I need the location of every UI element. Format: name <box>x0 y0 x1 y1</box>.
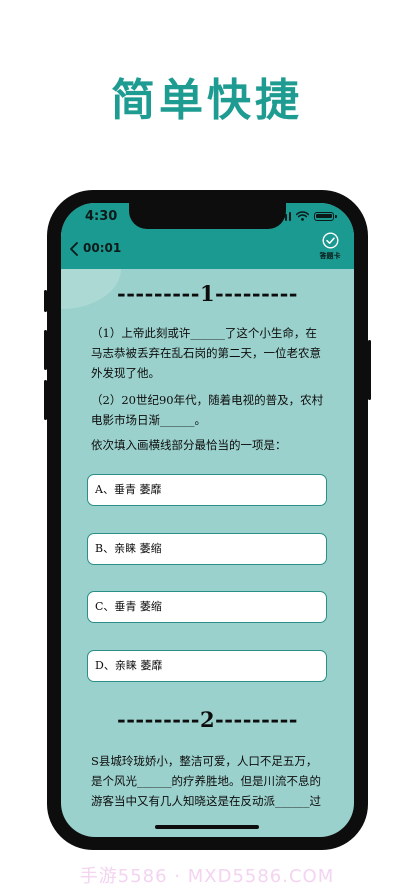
notch <box>129 203 286 229</box>
promo-headline: 简单快捷 <box>111 75 303 126</box>
answer-card-button[interactable]: 答题卡 <box>312 232 348 261</box>
volume-down-button <box>44 380 47 420</box>
question-paragraph: （1）上帝此刻或许______了这个小生命，在马志恭被丢弃在乱石岗的第二天，一位… <box>91 326 321 380</box>
question-number: ---------2--------- <box>117 707 298 732</box>
back-chevron-icon[interactable] <box>67 241 81 257</box>
option-d-button[interactable]: D、亲睐 萎靡 <box>87 650 327 682</box>
option-a-button[interactable]: A、垂青 萎靡 <box>87 474 327 506</box>
volume-up-button <box>44 330 47 370</box>
question-paragraph: S县城玲珑娇小，整洁可爱，人口不足五万，是个风光______的疗养胜地。但是川流… <box>91 754 321 808</box>
answer-card-label: 答题卡 <box>319 252 341 260</box>
question-prompt: 依次填入画横线部分最恰当的一项是： <box>91 438 287 452</box>
question-content: ---------1--------- （1）上帝此刻或许______了这个小生… <box>61 229 354 837</box>
mute-switch <box>44 290 47 312</box>
watermark: 手游5586 · MXD5586.COM <box>79 866 335 887</box>
check-circle-icon <box>321 232 339 249</box>
phone-frame: 4:30 00:01 答题卡 ---------1--------- （1）上帝… <box>44 190 371 850</box>
phone-screen: 4:30 00:01 答题卡 ---------1--------- （1）上帝… <box>61 203 354 837</box>
option-b-button[interactable]: B、亲睐 萎缩 <box>87 533 327 565</box>
question-number: ---------1--------- <box>117 281 298 306</box>
elapsed-timer: 00:01 <box>83 241 122 255</box>
power-button <box>368 340 371 400</box>
status-time: 4:30 <box>85 209 118 224</box>
wifi-icon <box>296 211 309 221</box>
option-c-button[interactable]: C、垂青 萎缩 <box>87 591 327 623</box>
question-paragraph: （2）20世纪90年代，随着电视的普及，农村电影市场日渐______。 <box>91 393 324 427</box>
page: 简单快捷 4:30 00:01 答题卡 ---------1--------- … <box>0 0 414 896</box>
battery-icon <box>314 211 337 221</box>
home-indicator[interactable] <box>155 825 259 829</box>
